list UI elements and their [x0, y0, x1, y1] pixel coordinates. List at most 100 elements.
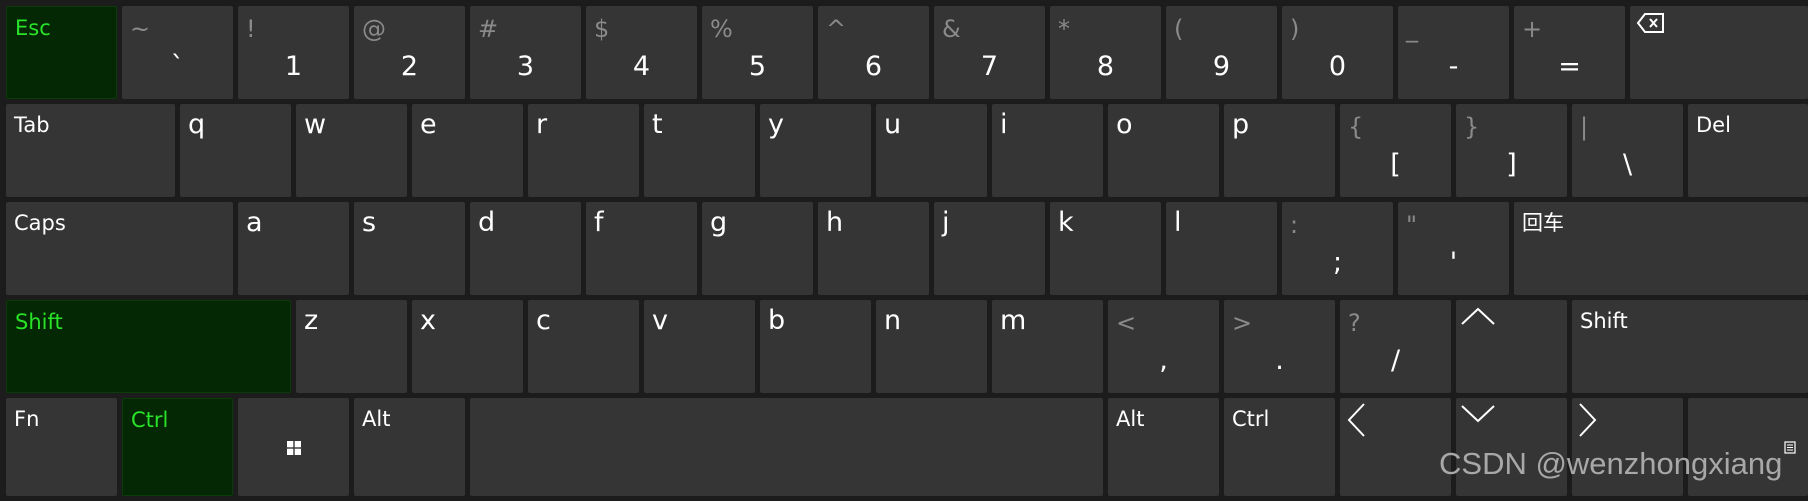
key-del-label: Del — [1696, 113, 1731, 137]
key-del[interactable]: Del — [1688, 104, 1808, 197]
key-e[interactable]: e — [412, 104, 523, 197]
key-n[interactable]: n — [876, 300, 987, 393]
key-right-bracket-main: ] — [1506, 149, 1517, 180]
key-ctrl-right-label: Ctrl — [1232, 407, 1270, 431]
key-d-label: d — [478, 207, 496, 238]
key-comma-shift: < — [1116, 309, 1137, 337]
arrow-right-icon — [1578, 402, 1598, 438]
key-a[interactable]: a — [238, 202, 349, 295]
key-x[interactable]: x — [412, 300, 523, 393]
key-semicolon[interactable]: : ; — [1282, 202, 1393, 295]
arrow-down-icon — [1460, 404, 1496, 424]
key-equals[interactable]: + = — [1514, 6, 1625, 99]
arrow-up-icon — [1460, 306, 1496, 326]
key-2[interactable]: @ 2 — [354, 6, 465, 99]
key-alt-left-label: Alt — [362, 407, 391, 431]
key-0[interactable]: ) 0 — [1282, 6, 1393, 99]
backspace-icon — [1636, 12, 1666, 34]
key-0-main: 0 — [1328, 51, 1347, 82]
key-slash[interactable]: ? / — [1340, 300, 1451, 393]
key-arrow-up[interactable] — [1456, 300, 1567, 393]
key-left-bracket[interactable]: { [ — [1340, 104, 1451, 197]
key-alt-left[interactable]: Alt — [354, 398, 465, 496]
key-alt-right[interactable]: Alt — [1108, 398, 1219, 496]
key-o[interactable]: o — [1108, 104, 1219, 197]
key-i[interactable]: i — [992, 104, 1103, 197]
key-5[interactable]: % 5 — [702, 6, 813, 99]
key-period[interactable]: > . — [1224, 300, 1335, 393]
key-esc[interactable]: Esc — [6, 6, 117, 99]
key-j-label: j — [942, 207, 950, 238]
key-ctrl-right[interactable]: Ctrl — [1224, 398, 1335, 496]
key-v[interactable]: v — [644, 300, 755, 393]
key-enter[interactable]: 回车 — [1514, 202, 1808, 295]
key-caps[interactable]: Caps — [6, 202, 233, 295]
key-7-shift: & — [942, 15, 961, 43]
key-tab[interactable]: Tab — [6, 104, 175, 197]
key-y[interactable]: y — [760, 104, 871, 197]
key-f[interactable]: f — [586, 202, 697, 295]
key-8-main: 8 — [1096, 51, 1115, 82]
key-u-label: u — [884, 109, 902, 140]
key-d[interactable]: d — [470, 202, 581, 295]
key-quote[interactable]: " ' — [1398, 202, 1509, 295]
key-shift-left[interactable]: Shift — [6, 300, 291, 393]
key-6[interactable]: ^ 6 — [818, 6, 929, 99]
key-equals-shift: + — [1522, 15, 1543, 43]
on-screen-keyboard: Esc ~ ` ! 1 @ 2 # 3 $ 4 % 5 ^ 6 & 7 * 8 … — [0, 0, 1808, 501]
key-left-bracket-shift: { — [1348, 113, 1364, 141]
key-fn[interactable]: Fn — [6, 398, 117, 496]
key-j[interactable]: j — [934, 202, 1045, 295]
watermark: CSDN @wenzhongxiang — [1439, 446, 1783, 481]
key-7[interactable]: & 7 — [934, 6, 1045, 99]
key-comma[interactable]: < , — [1108, 300, 1219, 393]
key-backtick[interactable]: ~ ` — [122, 6, 233, 99]
key-m[interactable]: m — [992, 300, 1103, 393]
key-3-shift: # — [478, 15, 499, 43]
key-period-main: . — [1275, 345, 1284, 376]
key-arrow-left[interactable] — [1340, 398, 1451, 496]
key-backtick-main: ` — [170, 51, 185, 82]
key-shift-right[interactable]: Shift — [1572, 300, 1808, 393]
key-backslash[interactable]: | \ — [1572, 104, 1683, 197]
key-minus[interactable]: _ - — [1398, 6, 1509, 99]
key-s-label: s — [362, 207, 377, 238]
key-g[interactable]: g — [702, 202, 813, 295]
key-h[interactable]: h — [818, 202, 929, 295]
key-4[interactable]: $ 4 — [586, 6, 697, 99]
key-7-main: 7 — [980, 51, 999, 82]
key-esc-label: Esc — [15, 16, 51, 40]
windows-icon — [286, 440, 301, 459]
key-8[interactable]: * 8 — [1050, 6, 1161, 99]
key-p[interactable]: p — [1224, 104, 1335, 197]
key-u[interactable]: u — [876, 104, 987, 197]
key-period-shift: > — [1232, 309, 1253, 337]
key-b[interactable]: b — [760, 300, 871, 393]
key-k-label: k — [1058, 207, 1074, 238]
key-enter-label: 回车 — [1522, 211, 1564, 235]
key-w-label: w — [304, 109, 327, 140]
key-space[interactable] — [470, 398, 1103, 496]
key-ctrl-left[interactable]: Ctrl — [122, 398, 233, 496]
key-c[interactable]: c — [528, 300, 639, 393]
key-s[interactable]: s — [354, 202, 465, 295]
key-slash-shift: ? — [1348, 309, 1361, 337]
key-3[interactable]: # 3 — [470, 6, 581, 99]
key-quote-shift: " — [1406, 211, 1418, 239]
key-backspace[interactable] — [1630, 6, 1808, 99]
key-9[interactable]: ( 9 — [1166, 6, 1277, 99]
key-v-label: v — [652, 305, 668, 336]
key-k[interactable]: k — [1050, 202, 1161, 295]
key-a-label: a — [246, 207, 263, 238]
key-w[interactable]: w — [296, 104, 407, 197]
key-l[interactable]: l — [1166, 202, 1277, 295]
key-t[interactable]: t — [644, 104, 755, 197]
key-z[interactable]: z — [296, 300, 407, 393]
key-r[interactable]: r — [528, 104, 639, 197]
key-q[interactable]: q — [180, 104, 291, 197]
key-1-main: 1 — [284, 51, 303, 82]
key-l-label: l — [1174, 207, 1182, 238]
key-windows[interactable] — [238, 398, 349, 496]
key-1[interactable]: ! 1 — [238, 6, 349, 99]
key-right-bracket[interactable]: } ] — [1456, 104, 1567, 197]
